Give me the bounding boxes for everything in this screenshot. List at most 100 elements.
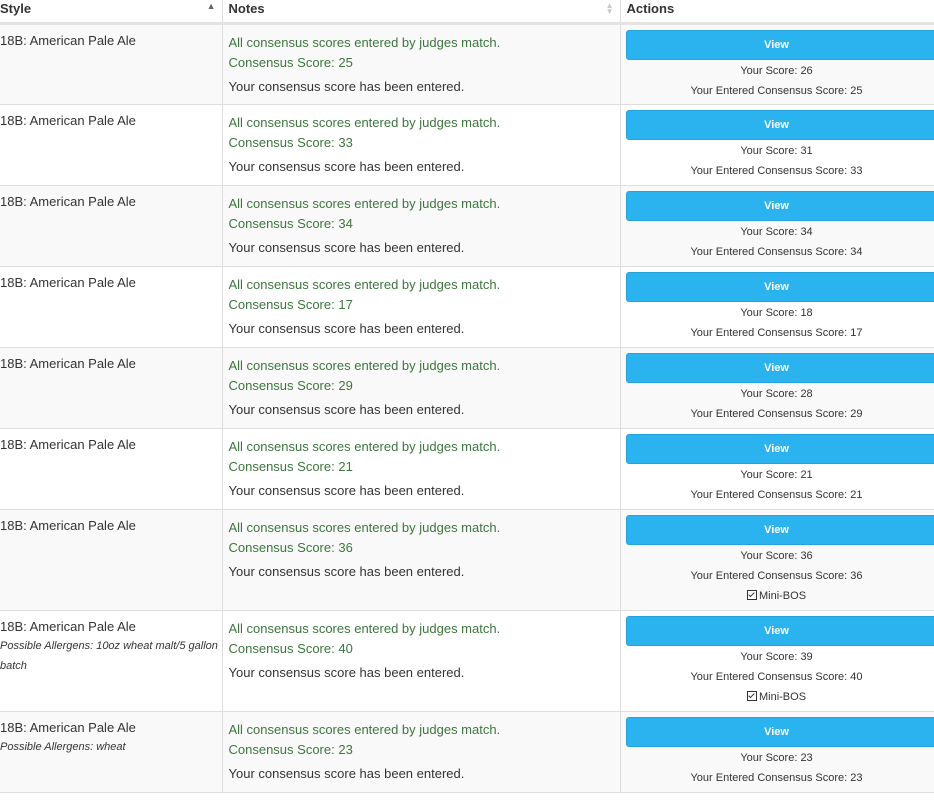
your-entered-consensus-score: Your Entered Consensus Score: 17 — [690, 327, 863, 339]
style-cell: 18B: American Pale Ale — [0, 266, 222, 348]
notes-cell: All consensus scores entered by judges m… — [221, 428, 620, 510]
score-entered-note: Your consensus score has been entered. — [228, 665, 465, 680]
view-button[interactable]: View — [625, 515, 934, 545]
your-score: Your Score: 18 — [740, 307, 813, 319]
score-entered-note: Your consensus score has been entered. — [228, 240, 465, 255]
table-row: 18B: American Pale Ale All consensus sco… — [0, 185, 934, 267]
notes-cell: All consensus scores entered by judges m… — [221, 266, 620, 348]
column-header-notes[interactable]: Notes ▲ ▼ — [221, 0, 620, 25]
style-name: 18B: American Pale Ale — [0, 518, 136, 533]
style-cell: 18B: American Pale Ale Possible Allergen… — [0, 711, 222, 793]
consensus-score: Consensus Score: 36 — [228, 540, 353, 555]
style-name: 18B: American Pale Ale — [0, 356, 136, 371]
table-row: 18B: American Pale Ale All consensus sco… — [0, 23, 934, 105]
column-header-notes-label: Notes — [228, 1, 265, 16]
judges-match-note: All consensus scores entered by judges m… — [228, 358, 501, 373]
your-score: Your Score: 39 — [740, 651, 813, 663]
your-entered-consensus-score: Your Entered Consensus Score: 33 — [690, 165, 863, 177]
style-cell: 18B: American Pale Ale Possible Allergen… — [0, 610, 222, 712]
your-score: Your Score: 26 — [740, 65, 813, 77]
consensus-score: Consensus Score: 29 — [228, 378, 353, 393]
style-name: 18B: American Pale Ale — [0, 33, 136, 48]
table-row: 18B: American Pale Ale All consensus sco… — [0, 266, 934, 348]
allergens-note: Possible Allergens: 10oz wheat malt/5 ga… — [0, 640, 218, 672]
scores-table: Style ▲ Notes ▲ ▼ Actions 18B: American P… — [0, 0, 934, 793]
column-header-style[interactable]: Style ▲ — [0, 0, 222, 25]
table-row: 18B: American Pale Ale All consensus sco… — [0, 347, 934, 429]
consensus-score: Consensus Score: 34 — [228, 216, 353, 231]
your-entered-consensus-score: Your Entered Consensus Score: 21 — [690, 489, 863, 501]
column-header-style-label: Style — [0, 1, 32, 16]
notes-cell: All consensus scores entered by judges m… — [221, 509, 620, 611]
actions-cell: View Your Score: 28 Your Entered Consens… — [619, 347, 934, 429]
column-header-actions: Actions — [619, 0, 934, 25]
score-entered-note: Your consensus score has been entered. — [228, 79, 465, 94]
column-header-actions-label: Actions — [626, 1, 675, 16]
view-button[interactable]: View — [625, 191, 934, 221]
table-row: 18B: American Pale Ale All consensus sco… — [0, 104, 934, 186]
notes-cell: All consensus scores entered by judges m… — [221, 610, 620, 712]
mini-bos-flag: Mini-BOS — [626, 586, 934, 606]
score-entered-note: Your consensus score has been entered. — [228, 483, 465, 498]
actions-cell: View Your Score: 18 Your Entered Consens… — [619, 266, 934, 348]
table-header-row: Style ▲ Notes ▲ ▼ Actions — [0, 0, 934, 25]
judges-match-note: All consensus scores entered by judges m… — [228, 277, 501, 292]
mini-bos-label: Mini-BOS — [758, 590, 807, 602]
score-entered-note: Your consensus score has been entered. — [228, 321, 465, 336]
style-cell: 18B: American Pale Ale — [0, 185, 222, 267]
your-entered-consensus-score: Your Entered Consensus Score: 25 — [690, 85, 863, 97]
your-entered-consensus-score: Your Entered Consensus Score: 29 — [690, 408, 863, 420]
mini-bos-flag: Mini-BOS — [626, 687, 934, 707]
your-score: Your Score: 23 — [740, 752, 813, 764]
consensus-score: Consensus Score: 25 — [228, 55, 353, 70]
consensus-score: Consensus Score: 23 — [228, 742, 353, 757]
style-name: 18B: American Pale Ale — [0, 720, 136, 735]
score-entered-note: Your consensus score has been entered. — [228, 766, 465, 781]
judges-match-note: All consensus scores entered by judges m… — [228, 621, 501, 636]
actions-cell: View Your Score: 31 Your Entered Consens… — [619, 104, 934, 186]
view-button[interactable]: View — [625, 616, 934, 646]
consensus-score: Consensus Score: 17 — [228, 297, 353, 312]
your-entered-consensus-score: Your Entered Consensus Score: 23 — [690, 772, 863, 784]
view-button[interactable]: View — [625, 717, 934, 747]
your-score: Your Score: 36 — [740, 550, 813, 562]
view-button[interactable]: View — [625, 434, 934, 464]
style-name: 18B: American Pale Ale — [0, 275, 136, 290]
style-name: 18B: American Pale Ale — [0, 113, 136, 128]
score-entered-note: Your consensus score has been entered. — [228, 159, 465, 174]
consensus-score: Consensus Score: 40 — [228, 641, 353, 656]
notes-cell: All consensus scores entered by judges m… — [221, 104, 620, 186]
your-entered-consensus-score: Your Entered Consensus Score: 40 — [690, 671, 863, 683]
consensus-score: Consensus Score: 21 — [228, 459, 353, 474]
actions-cell: View Your Score: 23 Your Entered Consens… — [619, 711, 934, 793]
style-cell: 18B: American Pale Ale — [0, 23, 222, 105]
your-score: Your Score: 34 — [740, 226, 813, 238]
judges-match-note: All consensus scores entered by judges m… — [228, 722, 501, 737]
sort-both-icon[interactable]: ▲ ▼ — [606, 2, 614, 16]
actions-cell: View Your Score: 36 Your Entered Consens… — [619, 509, 934, 611]
consensus-score: Consensus Score: 33 — [228, 135, 353, 150]
your-entered-consensus-score: Your Entered Consensus Score: 36 — [690, 570, 863, 582]
view-button[interactable]: View — [625, 30, 934, 60]
style-cell: 18B: American Pale Ale — [0, 347, 222, 429]
allergens-note: Possible Allergens: wheat — [0, 741, 126, 753]
score-entered-note: Your consensus score has been entered. — [228, 402, 465, 417]
style-name: 18B: American Pale Ale — [0, 437, 136, 452]
mini-bos-label: Mini-BOS — [758, 691, 807, 703]
style-name: 18B: American Pale Ale — [0, 194, 136, 209]
your-score: Your Score: 31 — [740, 145, 813, 157]
actions-cell: View Your Score: 34 Your Entered Consens… — [619, 185, 934, 267]
actions-cell: View Your Score: 39 Your Entered Consens… — [619, 610, 934, 712]
view-button[interactable]: View — [625, 353, 934, 383]
your-entered-consensus-score: Your Entered Consensus Score: 34 — [690, 246, 863, 258]
style-name: 18B: American Pale Ale — [0, 619, 136, 634]
style-cell: 18B: American Pale Ale — [0, 104, 222, 186]
table-row: 18B: American Pale Ale All consensus sco… — [0, 509, 934, 611]
judges-match-note: All consensus scores entered by judges m… — [228, 520, 501, 535]
judges-match-note: All consensus scores entered by judges m… — [228, 439, 501, 454]
view-button[interactable]: View — [625, 110, 934, 140]
table-row: 18B: American Pale Ale All consensus sco… — [0, 428, 934, 510]
sort-ascending-icon[interactable]: ▲ — [207, 2, 216, 11]
notes-cell: All consensus scores entered by judges m… — [221, 23, 620, 105]
view-button[interactable]: View — [625, 272, 934, 302]
